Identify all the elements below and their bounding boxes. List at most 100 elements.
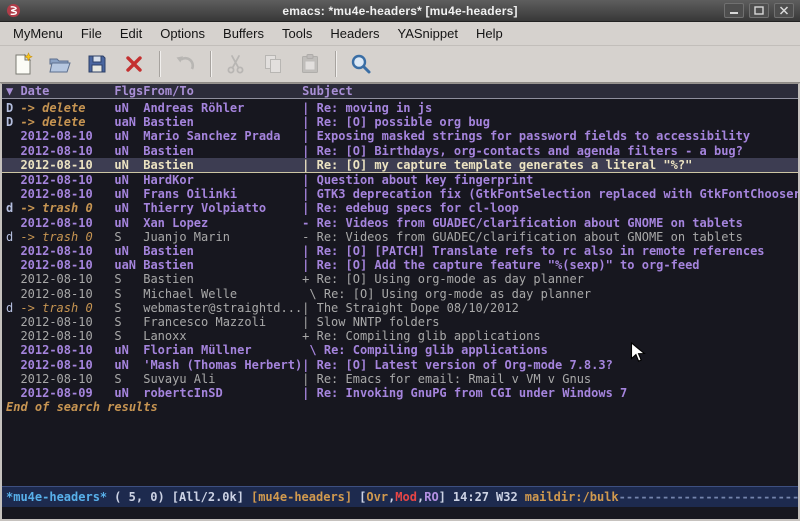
message-date: -> trash 0 <box>20 230 114 244</box>
undo-button <box>170 49 200 79</box>
message-from: Bastien <box>143 272 302 286</box>
message-date: 2012-08-10 <box>20 343 114 357</box>
menu-item-headers[interactable]: Headers <box>321 23 388 44</box>
message-from: Michael Welle <box>143 287 302 301</box>
message-date: 2012-08-10 <box>20 144 114 158</box>
message-date: -> trash 0 <box>20 201 114 215</box>
message-date: 2012-08-09 <box>20 386 114 400</box>
message-subject: Re: Compiling glib applications <box>324 343 798 357</box>
mark-flag: d <box>6 201 20 215</box>
message-from: webmaster@straightd... <box>143 301 302 315</box>
menu-item-yasnippet[interactable]: YASnippet <box>388 23 466 44</box>
modeline-size: [All/2.0k] <box>172 487 244 507</box>
message-flags: uN <box>114 158 143 172</box>
toolbar-separator <box>159 51 161 77</box>
message-row[interactable]: 2012-08-10 uN Florian Müllner \ Re: Comp… <box>2 343 798 357</box>
mark-flag <box>6 315 20 329</box>
minibuffer[interactable] <box>2 507 798 519</box>
message-row[interactable]: D -> delete uaN Bastien | Re: [O] possib… <box>2 115 798 129</box>
message-flags: S <box>114 230 143 244</box>
tool-bar <box>0 46 800 83</box>
mark-flag <box>6 287 20 301</box>
thread-indicator: | <box>302 173 316 187</box>
emacs-icon <box>6 3 21 18</box>
message-row[interactable]: 2012-08-10 uaN Bastien | Re: [O] Add the… <box>2 258 798 272</box>
new-file-button[interactable] <box>8 49 38 79</box>
message-subject: Question about key fingerprint <box>317 173 798 187</box>
thread-indicator: \ <box>302 343 324 357</box>
save-icon <box>85 52 109 76</box>
minimize-button[interactable] <box>724 3 744 18</box>
message-subject: Re: Videos from GUADEC/clarification abo… <box>317 216 798 230</box>
minimize-icon <box>729 6 739 15</box>
thread-indicator: - <box>302 230 316 244</box>
modeline-buffer-name: *mu4e-headers* <box>6 487 107 507</box>
search-button[interactable] <box>346 49 376 79</box>
cut-icon <box>224 52 248 76</box>
message-flags: uN <box>114 201 143 215</box>
message-subject: Re: [O] Birthdays, org-contacts and agen… <box>317 144 798 158</box>
mark-flag <box>6 372 20 386</box>
message-row[interactable]: 2012-08-10 S Suvayu Ali | Re: Emacs for … <box>2 372 798 386</box>
menu-item-file[interactable]: File <box>72 23 111 44</box>
message-row[interactable]: d -> trash 0 S Juanjo Marin - Re: Videos… <box>2 230 798 244</box>
message-flags: uN <box>114 216 143 230</box>
column-header-date[interactable]: Date <box>20 84 114 98</box>
message-row[interactable]: 2012-08-10 S Michael Welle \ Re: [O] Usi… <box>2 287 798 301</box>
message-row[interactable]: 2012-08-10 uN Mario Sanchez Prada | Expo… <box>2 129 798 143</box>
message-row[interactable]: 2012-08-10 uN Bastien | Re: [O] my captu… <box>2 158 798 173</box>
message-row[interactable]: 2012-08-10 S Lanoxx + Re: Compiling glib… <box>2 329 798 343</box>
message-flags: S <box>114 315 143 329</box>
message-date: -> delete <box>20 115 114 129</box>
status-overwrite: Ovr <box>366 490 388 504</box>
menu-bar: MyMenu File Edit Options Buffers Tools H… <box>0 22 800 46</box>
message-row[interactable]: 2012-08-10 S Francesco Mazzoli | Slow NN… <box>2 315 798 329</box>
message-row[interactable]: 2012-08-10 uN 'Mash (Thomas Herbert) | R… <box>2 358 798 372</box>
save-button[interactable] <box>82 49 112 79</box>
message-flags: uN <box>114 358 143 372</box>
column-header-subject[interactable]: Subject <box>302 84 798 98</box>
message-row[interactable]: 2012-08-10 uN Xan Lopez - Re: Videos fro… <box>2 216 798 230</box>
toolbar-separator <box>210 51 212 77</box>
sort-indicator-icon: ▼ <box>6 84 20 98</box>
column-header-flags[interactable]: Flgs <box>114 84 143 98</box>
message-row[interactable]: 2012-08-10 uN Frans Oilinki | GTK3 depre… <box>2 187 798 201</box>
close-buffer-button[interactable] <box>119 49 149 79</box>
message-subject: Re: [O] Latest version of Org-mode 7.8.3… <box>317 358 798 372</box>
message-date: -> delete <box>20 101 114 115</box>
title-bar: emacs: *mu4e-headers* [mu4e-headers] <box>0 0 800 22</box>
message-from: Andreas Röhler <box>143 101 302 115</box>
column-header-from[interactable]: From/To <box>143 84 302 98</box>
maximize-button[interactable] <box>749 3 769 18</box>
close-button[interactable] <box>774 3 794 18</box>
message-date: 2012-08-10 <box>20 329 114 343</box>
message-flags: S <box>114 372 143 386</box>
message-from: Xan Lopez <box>143 216 302 230</box>
message-row[interactable]: D -> delete uN Andreas Röhler | Re: movi… <box>2 101 798 115</box>
message-subject: Exposing masked strings for password fie… <box>317 129 798 143</box>
open-folder-button[interactable] <box>45 49 75 79</box>
menu-item-mymenu[interactable]: MyMenu <box>4 23 72 44</box>
message-row[interactable]: 2012-08-10 uN HardKor | Question about k… <box>2 173 798 187</box>
menu-item-edit[interactable]: Edit <box>111 23 151 44</box>
message-row[interactable]: d -> trash 0 S webmaster@straightd... | … <box>2 301 798 315</box>
maximize-icon <box>754 6 764 15</box>
copy-button <box>258 49 288 79</box>
menu-item-buffers[interactable]: Buffers <box>214 23 273 44</box>
message-row[interactable]: 2012-08-10 uN Bastien | Re: [O] [PATCH] … <box>2 244 798 258</box>
mark-flag <box>6 258 20 272</box>
thread-indicator: | <box>302 372 316 386</box>
message-row[interactable]: 2012-08-10 S Bastien + Re: [O] Using org… <box>2 272 798 286</box>
menu-item-tools[interactable]: Tools <box>273 23 321 44</box>
thread-indicator: + <box>302 329 316 343</box>
message-flags: S <box>114 329 143 343</box>
message-row[interactable]: 2012-08-09 uN robertcInSD | Re: Invoking… <box>2 386 798 400</box>
message-date: 2012-08-10 <box>20 187 114 201</box>
message-subject: Re: [O] Add the capture feature "%(sexp)… <box>317 258 798 272</box>
menu-item-options[interactable]: Options <box>151 23 214 44</box>
menu-item-help[interactable]: Help <box>467 23 512 44</box>
message-row[interactable]: d -> trash 0 uN Thierry Volpiatto | Re: … <box>2 201 798 215</box>
message-row[interactable]: 2012-08-10 uN Bastien | Re: [O] Birthday… <box>2 144 798 158</box>
search-icon <box>349 52 373 76</box>
thread-indicator: | <box>302 301 316 315</box>
